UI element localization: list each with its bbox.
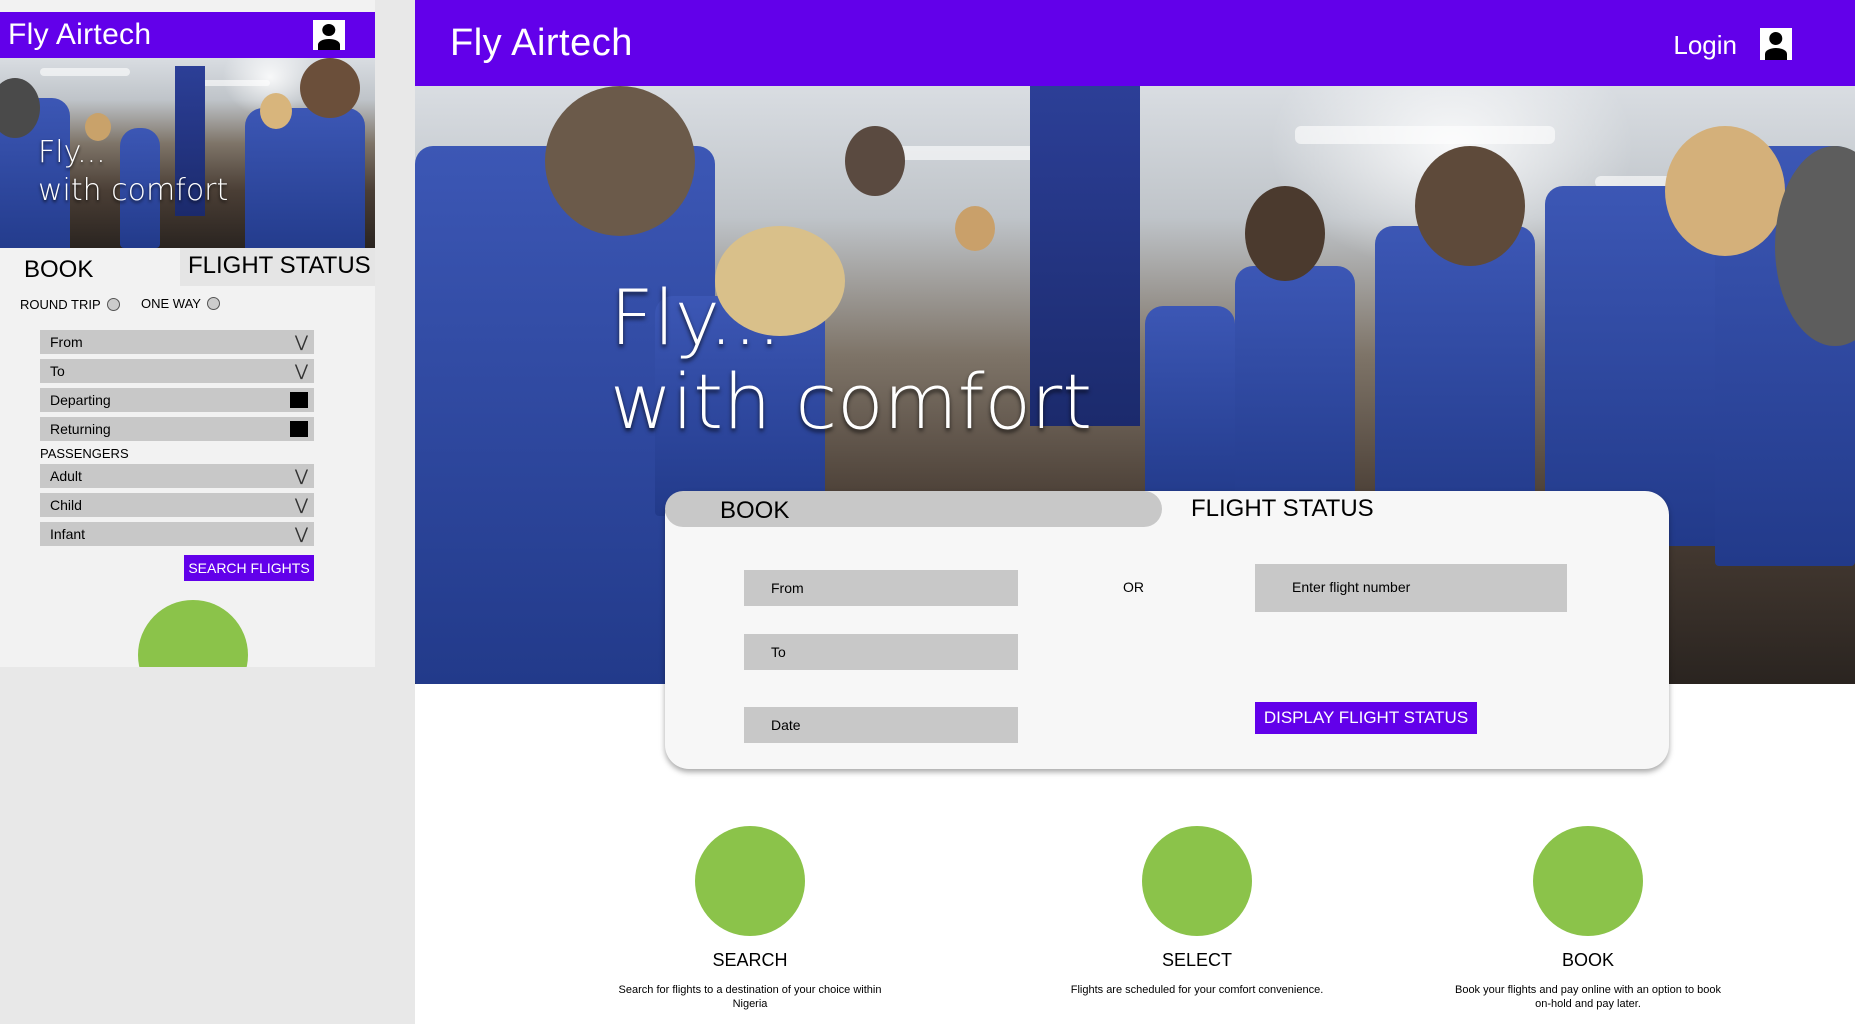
flight-number-placeholder: Enter flight number <box>1292 579 1411 595</box>
to-field[interactable]: To <box>744 634 1018 670</box>
from-select-label: From <box>50 334 83 350</box>
desktop-hero-tagline: Fly... with comfort <box>610 276 1092 444</box>
round-trip-label: ROUND TRIP <box>20 297 101 312</box>
calendar-icon[interactable] <box>290 421 308 437</box>
step-circle <box>695 826 805 936</box>
display-flight-status-button[interactable]: DISPLAY FLIGHT STATUS <box>1255 702 1477 734</box>
step-title: SELECT <box>1161 950 1233 970</box>
adult-select[interactable]: Adult ⋁ <box>40 464 314 488</box>
radio-icon[interactable] <box>206 297 220 310</box>
desktop-view: Fly Airtech Login Fly... with comfort BO… <box>415 0 1855 1024</box>
step-circle <box>1533 826 1643 936</box>
tab-book[interactable]: BOOK <box>24 256 93 284</box>
passengers-label: PASSENGERS <box>40 446 129 461</box>
step-select: SELECT Flights are scheduled for your co… <box>1047 826 1347 997</box>
step-description: Search for flights to a destination of y… <box>618 984 882 1010</box>
to-select-label: To <box>50 363 65 379</box>
returning-date-field[interactable]: Returning <box>40 417 314 441</box>
returning-label: Returning <box>50 421 111 437</box>
chevron-down-icon: ⋁ <box>294 526 308 543</box>
desktop-hero-line1: Fly... <box>610 273 782 362</box>
mobile-hero-tagline: Fly... with comfort <box>38 134 228 210</box>
infant-select-label: Infant <box>50 526 86 542</box>
desktop-brand-title[interactable]: Fly Airtech <box>450 22 633 65</box>
one-way-option[interactable]: ONE WAY <box>141 296 220 311</box>
mobile-brand-title[interactable]: Fly Airtech <box>0 18 151 52</box>
app-root: Fly Airtech Fly... with comfort BOOK FLI… <box>0 0 1855 1024</box>
mobile-hero-line2: with comfort <box>38 173 229 208</box>
user-icon[interactable] <box>1760 28 1792 60</box>
mobile-hero-image: Fly... with comfort <box>0 58 375 248</box>
step-book: BOOK Book your flights and pay online wi… <box>1453 826 1723 1011</box>
mobile-clip <box>0 667 375 727</box>
step-title: BOOK <box>1561 950 1614 970</box>
step-circle <box>1142 826 1252 936</box>
to-select[interactable]: To ⋁ <box>40 359 314 383</box>
from-placeholder: From <box>771 580 804 596</box>
date-field[interactable]: Date <box>744 707 1018 743</box>
step-search: SEARCH Search for flights to a destinati… <box>610 826 890 1011</box>
mobile-view: Fly Airtech Fly... with comfort BOOK FLI… <box>0 0 375 710</box>
departing-label: Departing <box>50 392 111 408</box>
infant-select[interactable]: Infant ⋁ <box>40 522 314 546</box>
chevron-down-icon: ⋁ <box>294 497 308 514</box>
from-field[interactable]: From <box>744 570 1018 606</box>
round-trip-option[interactable]: ROUND TRIP <box>20 297 120 312</box>
flight-number-input[interactable]: Enter flight number <box>1255 564 1567 612</box>
chevron-down-icon: ⋁ <box>294 468 308 485</box>
one-way-label: ONE WAY <box>141 296 201 311</box>
desktop-hero-line2: with comfort <box>610 357 1093 446</box>
departing-date-field[interactable]: Departing <box>40 388 314 412</box>
step-description: Flights are scheduled for your comfort c… <box>1070 984 1324 996</box>
booking-card: BOOK FLIGHT STATUS From To Date OR Enter… <box>665 491 1669 769</box>
tab-flight-status[interactable]: FLIGHT STATUS <box>1191 495 1374 523</box>
calendar-icon[interactable] <box>290 392 308 408</box>
desktop-header: Fly Airtech Login <box>415 0 1855 86</box>
mobile-hero-line1: Fly... <box>38 135 106 170</box>
search-flights-button[interactable]: SEARCH FLIGHTS <box>184 555 314 581</box>
tab-flight-status[interactable]: FLIGHT STATUS <box>180 248 375 286</box>
mobile-header: Fly Airtech <box>0 12 375 58</box>
or-separator: OR <box>1123 579 1144 595</box>
user-icon[interactable] <box>313 20 345 50</box>
tab-book[interactable]: BOOK <box>665 491 1162 527</box>
chevron-down-icon: ⋁ <box>294 334 308 351</box>
mobile-tabs: BOOK FLIGHT STATUS <box>0 248 375 286</box>
child-select[interactable]: Child ⋁ <box>40 493 314 517</box>
from-select[interactable]: From ⋁ <box>40 330 314 354</box>
to-placeholder: To <box>771 644 786 660</box>
step-description: Book your flights and pay online with an… <box>1454 984 1721 1010</box>
radio-icon[interactable] <box>106 298 120 311</box>
step-title: SEARCH <box>712 950 788 970</box>
child-select-label: Child <box>50 497 82 513</box>
chevron-down-icon: ⋁ <box>294 363 308 380</box>
date-placeholder: Date <box>771 717 801 733</box>
adult-select-label: Adult <box>50 468 82 484</box>
login-link[interactable]: Login <box>1673 30 1737 61</box>
